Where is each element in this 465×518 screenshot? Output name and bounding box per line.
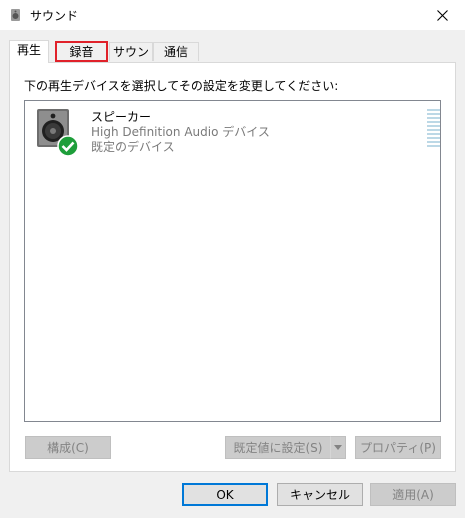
- device-list[interactable]: スピーカー High Definition Audio デバイス 既定のデバイス: [24, 100, 441, 422]
- title-bar: サウンド: [0, 0, 465, 30]
- set-default-dropdown-button[interactable]: [330, 436, 346, 459]
- instruction-text: 下の再生デバイスを選択してその設定を変更してください:: [24, 79, 339, 93]
- tab-panel: 下の再生デバイスを選択してその設定を変更してください: スピーカー High D…: [9, 62, 456, 472]
- volume-level-meter: [427, 109, 440, 151]
- window-title: サウンド: [30, 9, 79, 23]
- tab-recording[interactable]: 録音: [55, 41, 108, 62]
- tab-communications[interactable]: 通信: [153, 42, 199, 61]
- close-button[interactable]: [419, 0, 465, 30]
- device-status: 既定のデバイス: [91, 140, 175, 154]
- device-item-speaker[interactable]: スピーカー High Definition Audio デバイス 既定のデバイス: [25, 101, 440, 161]
- ok-button[interactable]: OK: [182, 483, 268, 506]
- tab-playback[interactable]: 再生: [9, 40, 49, 63]
- configure-button[interactable]: 構成(C): [25, 436, 111, 459]
- check-icon: [57, 135, 79, 157]
- close-icon: [436, 9, 448, 21]
- tab-sounds[interactable]: サウンド: [109, 42, 153, 77]
- speaker-icon: [37, 109, 79, 157]
- set-default-button[interactable]: 既定値に設定(S): [225, 436, 331, 459]
- apply-button[interactable]: 適用(A): [370, 483, 456, 506]
- cancel-button[interactable]: キャンセル: [277, 483, 363, 506]
- properties-button[interactable]: プロパティ(P): [355, 436, 441, 459]
- speaker-icon: [11, 9, 20, 21]
- chevron-down-icon: [334, 445, 342, 450]
